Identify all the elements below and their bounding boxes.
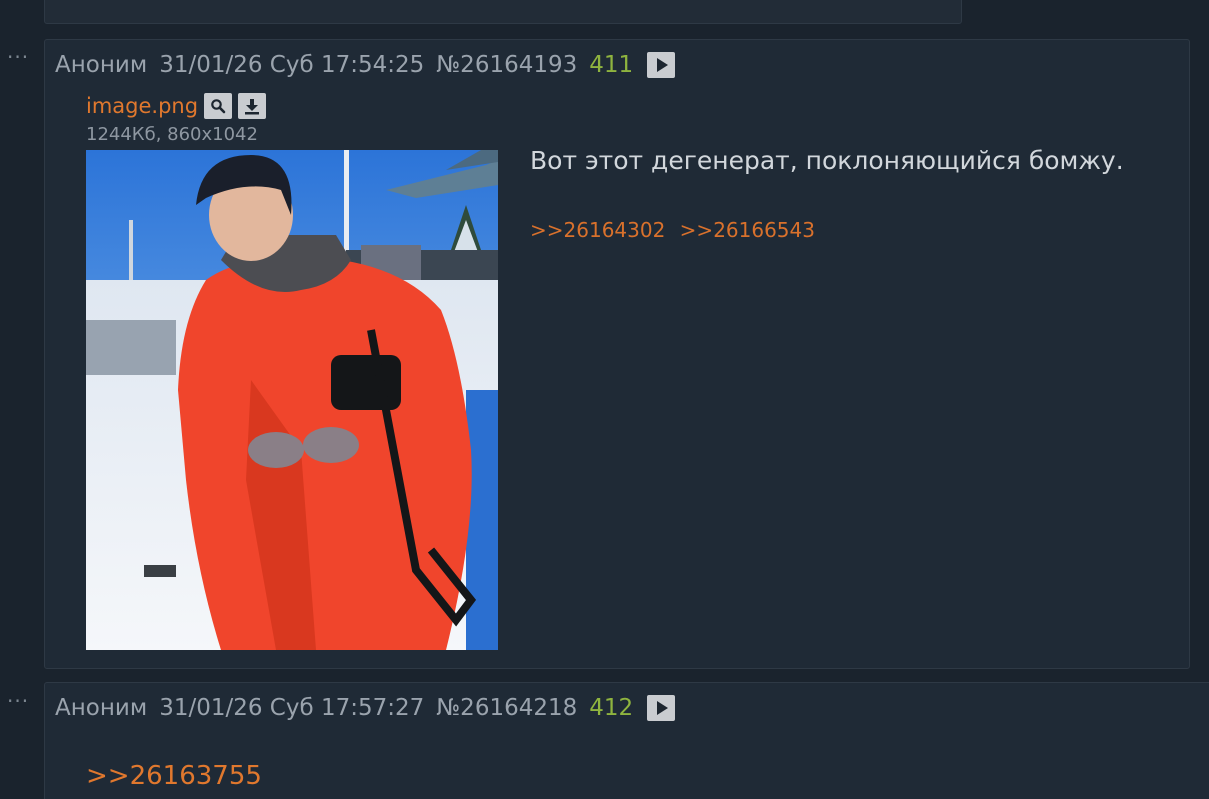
search-icon[interactable] (204, 93, 233, 119)
post-menu-ellipsis-icon[interactable]: ··· (7, 47, 29, 67)
reply-link[interactable]: >>26164302 (530, 218, 665, 242)
play-icon[interactable] (647, 52, 676, 78)
post-message: Вот этот дегенерат, поклоняющийся бомжу. (530, 146, 1124, 175)
post-menu-ellipsis-icon[interactable]: ··· (7, 691, 29, 711)
post-count: 411 (589, 52, 634, 78)
file-name-link[interactable]: image.png (86, 94, 198, 118)
post-header: Аноним 31/01/26 Суб 17:54:25 №26164193 4… (55, 52, 676, 78)
previous-post (44, 0, 962, 24)
post-author: Аноним (55, 695, 148, 721)
post-author: Аноним (55, 52, 148, 78)
play-icon[interactable] (647, 695, 676, 721)
post-number[interactable]: №26164218 (436, 695, 577, 721)
download-icon[interactable] (238, 93, 267, 119)
reply-link[interactable]: >>26166543 (680, 218, 815, 242)
post-number[interactable]: №26164193 (436, 52, 577, 78)
post-replies: >>26164302 >>26166543 (530, 218, 823, 242)
post-date: 31/01/26 Суб 17:57:27 (159, 695, 425, 721)
post-header: Аноним 31/01/26 Суб 17:57:27 №26164218 4… (55, 695, 676, 721)
post-count: 412 (589, 695, 634, 721)
post: Аноним 31/01/26 Суб 17:57:27 №26164218 4… (44, 682, 1209, 799)
thread-page: ··· Аноним 31/01/26 Суб 17:54:25 №261641… (0, 0, 1209, 799)
quote-link[interactable]: >>26163755 (86, 761, 262, 791)
file-row: image.png (86, 93, 272, 119)
file-meta: 1244Кб, 860x1042 (86, 124, 258, 145)
post: Аноним 31/01/26 Суб 17:54:25 №26164193 4… (44, 39, 1190, 669)
post-image-thumbnail[interactable] (86, 150, 498, 650)
post-date: 31/01/26 Суб 17:54:25 (159, 52, 425, 78)
